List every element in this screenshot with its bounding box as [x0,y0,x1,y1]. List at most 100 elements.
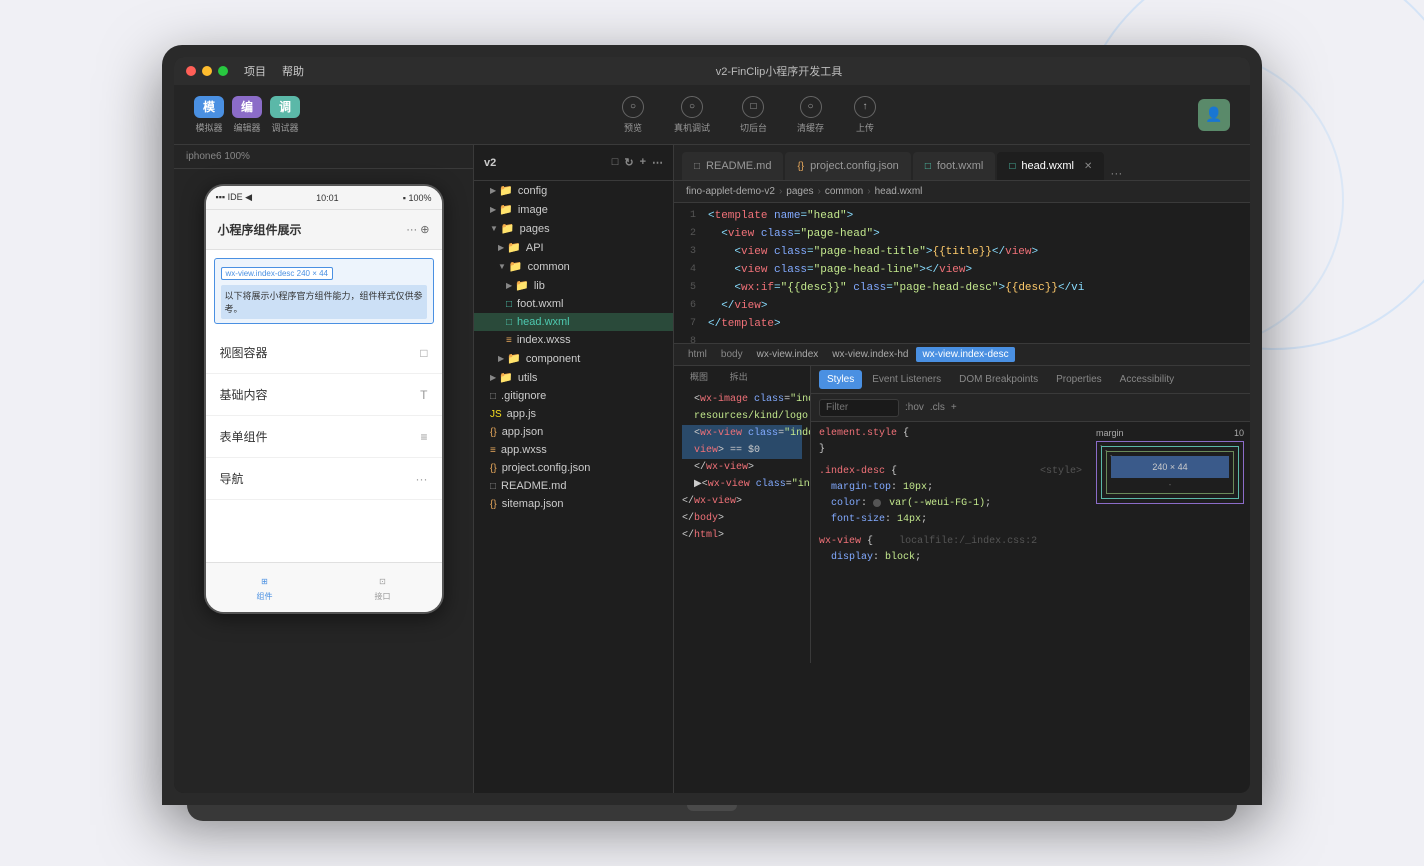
tree-gitignore[interactable]: □ .gitignore [474,387,673,405]
css-color: color: var(--weui-FG-1); [819,496,1082,512]
tab-foot-wxml-label: foot.wxml [937,160,983,172]
list-label-1: 基础内容 [220,386,268,403]
css-index-desc-sel: .index-desc { <style> [819,464,1082,480]
tree-foot-wxml[interactable]: □ foot.wxml [474,295,673,313]
tree-component[interactable]: ▶ 📁 component [474,349,673,368]
box-model-container: margin 10 - - [1090,422,1250,663]
preview-icon: ○ [622,96,644,118]
toolbar-background[interactable]: □ 切后台 [740,96,767,134]
html-line-1: 概图 拆出 [682,370,802,387]
tree-app-wxss[interactable]: ≡ app.wxss [474,441,673,459]
list-item-view-container: 视图容器 □ [206,332,442,374]
phone-desc-text: 以下将展示小程序官方组件能力，组件样式仅供参考。 [221,285,427,319]
tab-readme[interactable]: □ README.md [682,152,783,180]
device-frame: ▪▪▪ IDE ◀ 10:01 ▪ 100% 小程序组件展示 ··· ⊕ [174,169,473,793]
filetree-icon-3[interactable]: + [640,156,646,169]
editor-icon: 编 [232,96,262,118]
style-tabs-row: Styles Event Listeners DOM Breakpoints P… [811,366,1250,394]
html-line-desc[interactable]: <wx-view class="index-desc">以下将展示小程序官方组件… [682,425,802,442]
style-tab-event-listeners[interactable]: Event Listeners [864,370,949,389]
toolbar-simulator-btn[interactable]: 模 模拟器 [194,96,224,134]
tab-close-icon[interactable]: ✕ [1084,161,1092,172]
tree-config[interactable]: ▶ 📁 config [474,181,673,200]
filter-hover[interactable]: :hov [905,402,924,413]
tab-head-wxml[interactable]: □ head.wxml ✕ [997,152,1104,180]
tree-sitemap[interactable]: {} sitemap.json [474,495,673,513]
breadcrumb-root: fino-applet-demo-v2 [686,186,775,197]
tree-api[interactable]: ▶ 📁 API [474,238,673,257]
elem-tab-wx-view-desc[interactable]: wx-view.index-desc [916,347,1014,362]
toolbar-clear-cache[interactable]: ○ 清缓存 [797,96,824,134]
css-wx-view-sel: wx-view { localfile:/_index.css:2 [819,534,1082,550]
tree-readme[interactable]: □ README.md [474,477,673,495]
style-tab-properties[interactable]: Properties [1048,370,1110,389]
tab-more-icon[interactable]: ··· [1110,166,1122,180]
main-area: iphone6 100% ▪▪▪ IDE ◀ 10:01 ▪ 100% 小程序组… [174,145,1250,793]
menu-project[interactable]: 项目 [244,63,266,79]
laptop-wrapper: 项目 帮助 v2-FinClip小程序开发工具 模 模拟器 编 编辑器 [162,45,1262,821]
css-element-close: } [819,442,1082,458]
filter-cls[interactable]: .cls [930,402,945,413]
toolbar-preview[interactable]: ○ 预览 [622,96,644,134]
list-icon-0: □ [420,346,427,360]
filetree-icon-4[interactable]: ⋯ [652,156,663,169]
breadcrumb-pages: pages [786,186,813,197]
filetree-icon-1[interactable]: □ [612,156,619,169]
tab-project-config[interactable]: {} project.config.json [785,152,910,180]
styles-filter: :hov .cls + [811,394,1250,422]
html-line-bd: ▶<wx-view class="index-bd">_</wx-view> [682,476,802,493]
phone-title-bar: 小程序组件展示 ··· ⊕ [206,210,442,250]
menu-bar: 项目 帮助 v2-FinClip小程序开发工具 [174,57,1250,85]
upload-icon: ↑ [854,96,876,118]
close-button[interactable] [186,66,196,76]
elem-tab-wx-view-index[interactable]: wx-view.index [751,347,825,362]
upload-label: 上传 [856,121,874,134]
style-tab-dom-breakpoints[interactable]: DOM Breakpoints [951,370,1046,389]
toolbar-editor-btn[interactable]: 编 编辑器 [232,96,262,134]
tree-lib[interactable]: ▶ 📁 lib [474,276,673,295]
user-avatar[interactable]: 👤 [1198,99,1230,131]
tree-app-json[interactable]: {} app.json [474,423,673,441]
list-icon-1: T [420,388,427,402]
phone-bottom-nav: ⊞ 组件 ⊡ 接口 [206,562,442,612]
laptop-notch [687,805,737,811]
styles-right-panel: Styles Event Listeners DOM Breakpoints P… [810,366,1250,663]
html-line-img2: resources/kind/logo.png">_</wx-image> [682,408,802,425]
tree-utils[interactable]: ▶ 📁 utils [474,368,673,387]
style-tab-styles[interactable]: Styles [819,370,862,389]
element-tabs-row: html body wx-view.index wx-view.index-hd… [674,344,1250,366]
css-element-style: element.style { [819,426,1082,442]
elem-tab-body[interactable]: body [715,347,749,362]
maximize-button[interactable] [218,66,228,76]
editor-area: □ README.md {} project.config.json □ foo… [674,145,1250,793]
toolbar-debug-btn[interactable]: 调 调试器 [270,96,300,134]
bottom-split: 概图 拆出 <wx-image class="index-logo" src="… [674,366,1250,663]
left-panel: iphone6 100% ▪▪▪ IDE ◀ 10:01 ▪ 100% 小程序组… [174,145,474,793]
filter-plus[interactable]: + [951,402,957,413]
filetree-icon-2[interactable]: ↻ [624,156,633,169]
nav-components[interactable]: ⊞ 组件 [206,563,324,612]
toolbar-upload[interactable]: ↑ 上传 [854,96,876,134]
tab-foot-wxml[interactable]: □ foot.wxml [913,152,996,180]
laptop-outer: 项目 帮助 v2-FinClip小程序开发工具 模 模拟器 编 编辑器 [162,45,1262,805]
style-tab-accessibility[interactable]: Accessibility [1112,370,1182,389]
toolbar: 模 模拟器 编 编辑器 调 调试器 [174,85,1250,145]
nav-interface[interactable]: ⊡ 接口 [324,563,442,612]
filter-input[interactable] [819,399,899,417]
phone-content: wx-view.index-desc 240 × 44 以下将展示小程序官方组件… [206,250,442,562]
tree-image[interactable]: ▶ 📁 image [474,200,673,219]
tree-common[interactable]: ▼ 📁 common [474,257,673,276]
toolbar-real-debug[interactable]: ○ 真机调试 [674,96,710,134]
elem-tab-html[interactable]: html [682,347,713,362]
minimize-button[interactable] [202,66,212,76]
tree-app-js[interactable]: JS app.js [474,405,673,423]
menu-help[interactable]: 帮助 [282,63,304,79]
tree-head-wxml[interactable]: □ head.wxml [474,313,673,331]
tree-project-config[interactable]: {} project.config.json [474,459,673,477]
window-controls [186,66,228,76]
tree-index-wxss[interactable]: ≡ index.wxss [474,331,673,349]
elem-tab-wx-view-hd[interactable]: wx-view.index-hd [826,347,914,362]
css-font-size: font-size: 14px; [819,512,1082,528]
file-tree-icons: □ ↻ + ⋯ [612,156,663,169]
tree-pages[interactable]: ▼ 📁 pages [474,219,673,238]
